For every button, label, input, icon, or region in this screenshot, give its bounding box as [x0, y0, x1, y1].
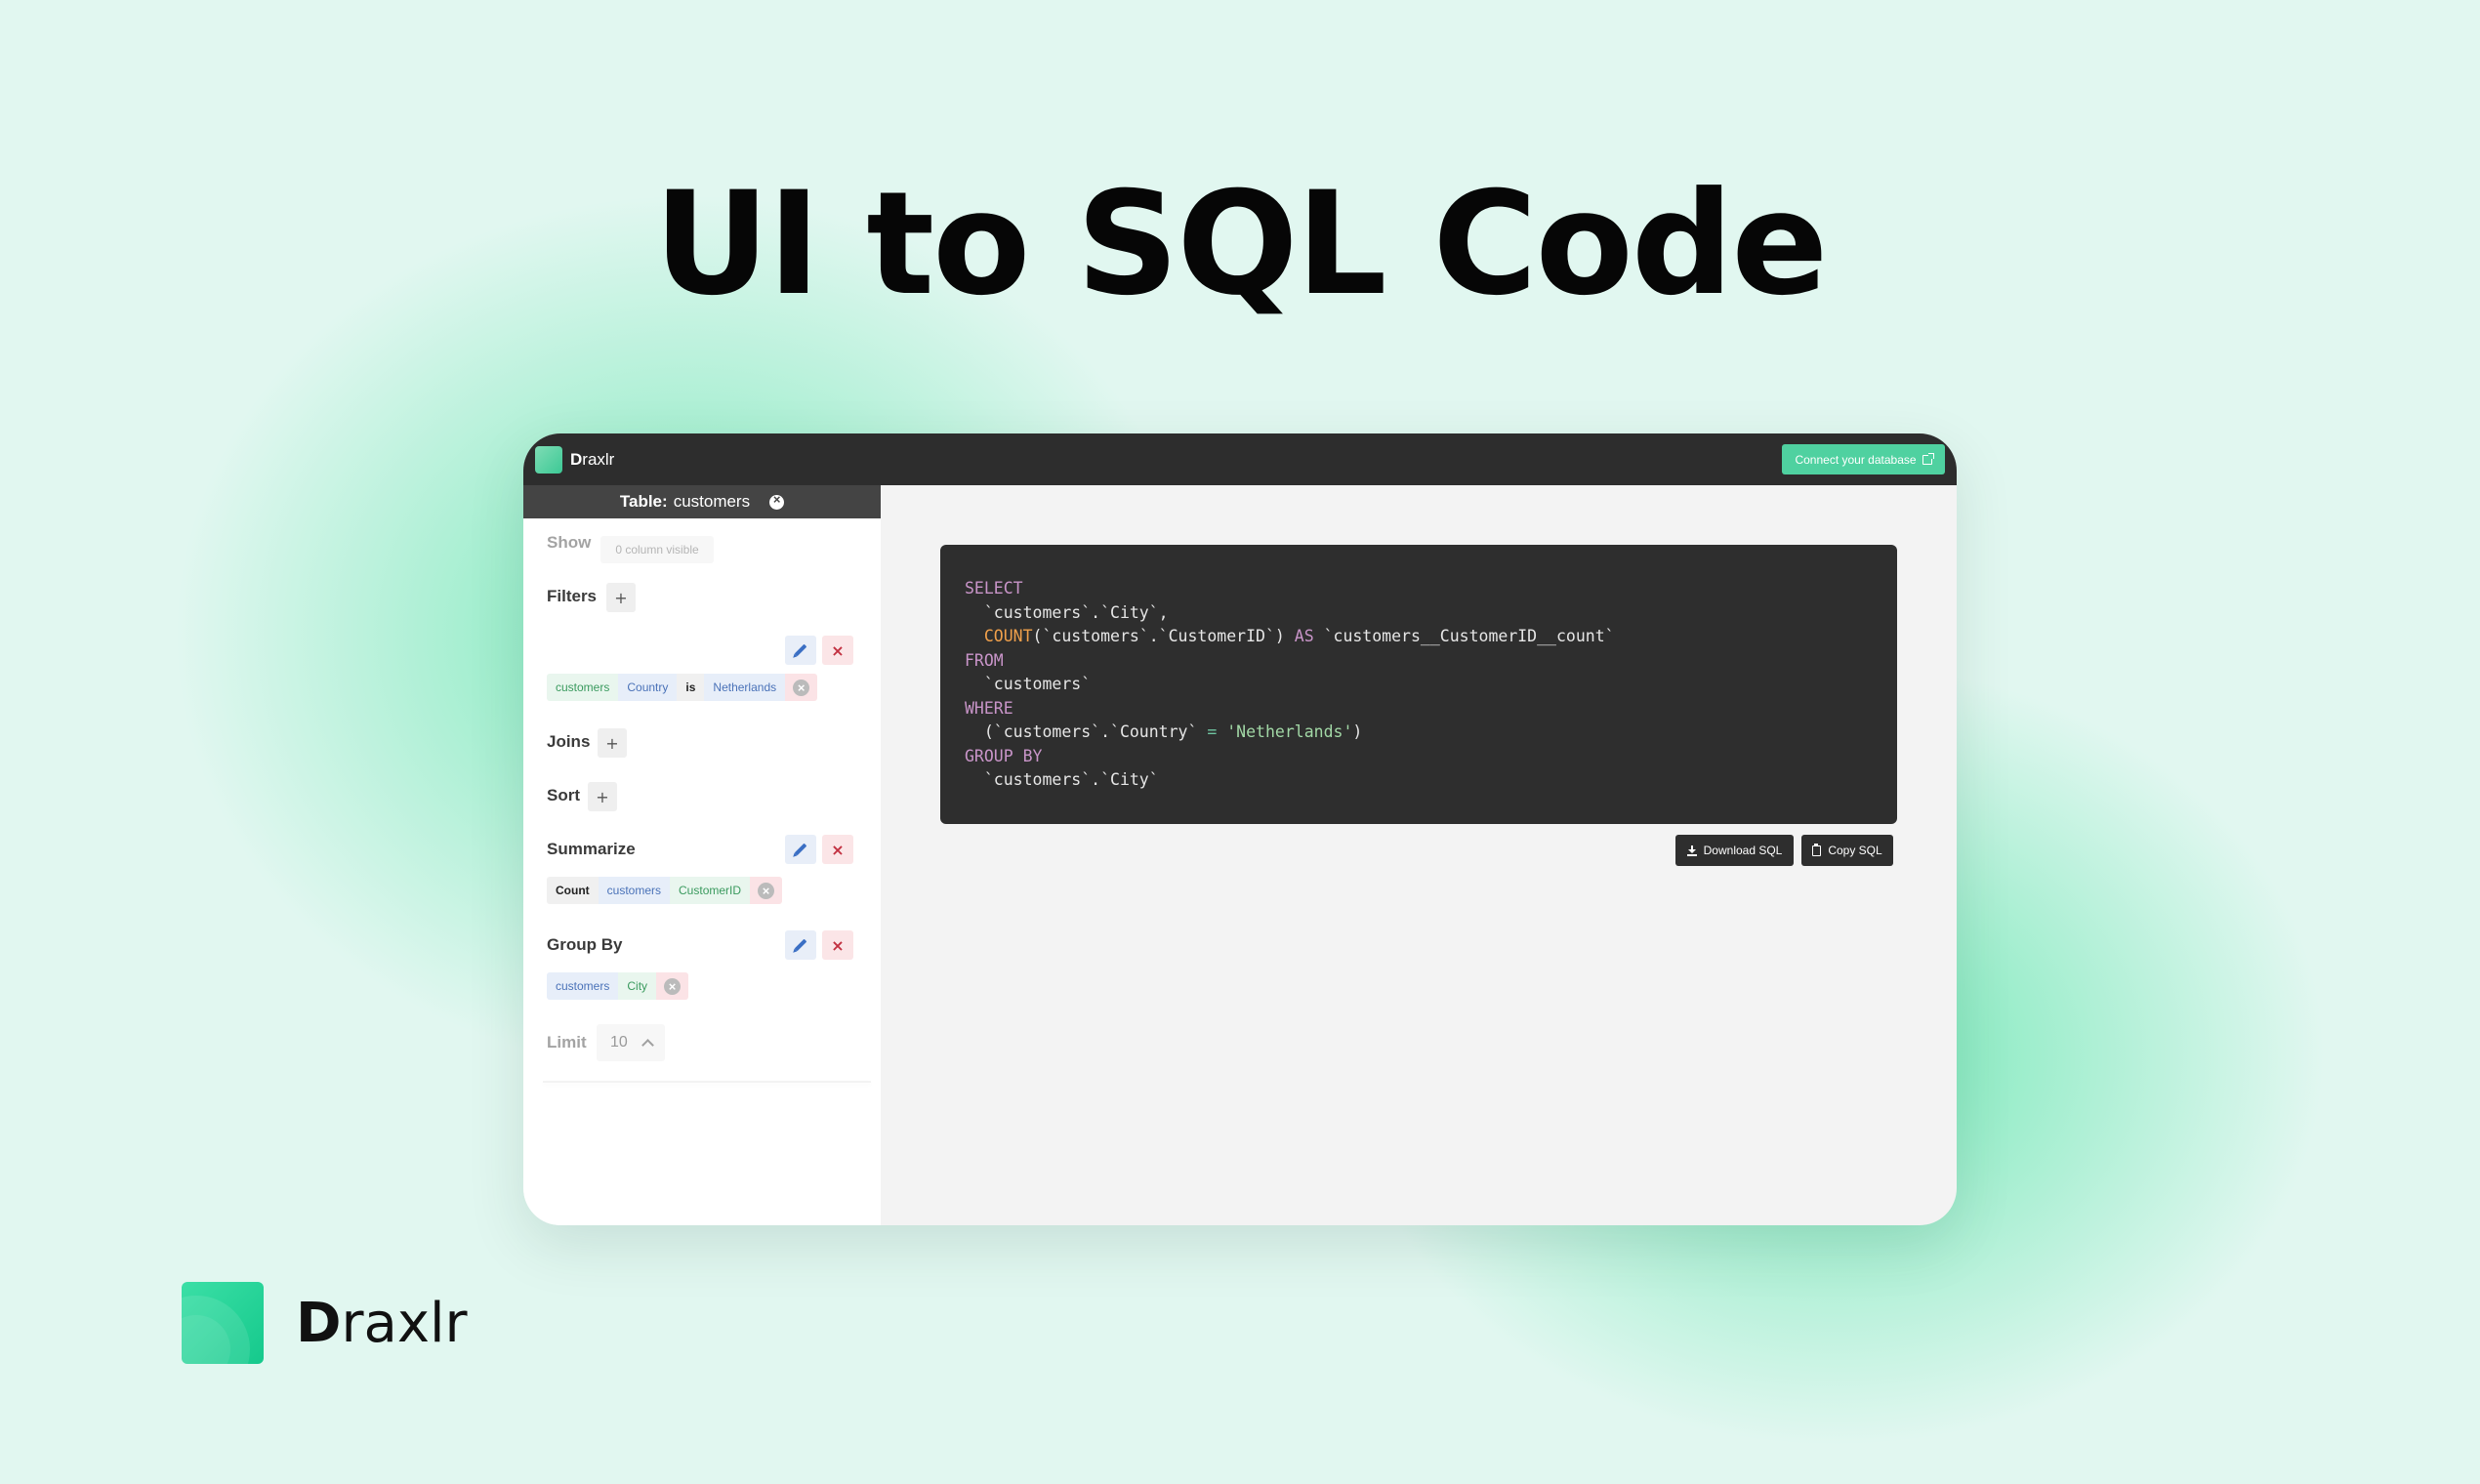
delete-summarize-button[interactable]: ×	[822, 835, 853, 864]
sql-token: `customers`.`City`	[965, 770, 1159, 789]
app-topbar: Draxlr Connect your database	[523, 433, 1957, 485]
sql-token: AS	[1294, 627, 1314, 645]
app-logo-icon	[535, 446, 562, 474]
summarize-column-chip[interactable]: CustomerID	[670, 877, 751, 904]
pencil-icon	[794, 938, 807, 952]
download-icon	[1686, 845, 1697, 856]
query-builder-sidebar: Table: customers Show 0 column visible F…	[523, 485, 881, 1225]
sql-token: 'Netherlands'	[1226, 722, 1353, 741]
delete-filter-button[interactable]: ×	[822, 636, 853, 665]
filters-label: Filters	[547, 587, 598, 605]
brand-lockup: Draxlr	[182, 1282, 468, 1364]
filter-table-chip[interactable]: customers	[547, 674, 619, 701]
sql-code-block[interactable]: SELECT `customers`.`City`, COUNT(`custom…	[940, 545, 1897, 824]
limit-input[interactable]: 10	[597, 1024, 665, 1061]
app-name: Draxlr	[570, 450, 614, 470]
pencil-icon	[794, 843, 807, 856]
sql-token: (`customers`.`Country`	[965, 722, 1208, 741]
connect-database-label: Connect your database	[1795, 452, 1917, 467]
app-window: Draxlr Connect your database Table: cust…	[523, 433, 1957, 1225]
edit-filter-button[interactable]	[785, 636, 816, 665]
visible-columns-select[interactable]: 0 column visible	[600, 536, 714, 563]
brand-logo-icon	[182, 1282, 264, 1364]
filter-operator-chip[interactable]: is	[677, 674, 705, 701]
copy-sql-label: Copy SQL	[1828, 844, 1882, 857]
sort-label: Sort	[547, 786, 580, 804]
add-filter-button[interactable]: +	[606, 583, 636, 612]
table-selector[interactable]: Table: customers	[523, 485, 881, 518]
sql-token: COUNT	[983, 627, 1033, 645]
remove-icon: ×	[793, 679, 810, 696]
table-name: customers	[673, 492, 751, 511]
sql-line: WHERE	[965, 697, 1873, 721]
group-by-chip: customers City ×	[547, 972, 689, 1000]
add-sort-button[interactable]: +	[588, 782, 617, 811]
group-by-table-chip[interactable]: customers	[547, 972, 619, 1000]
limit-value: 10	[610, 1034, 628, 1051]
limit-label: Limit	[547, 1033, 587, 1051]
filter-column-chip[interactable]: Country	[618, 674, 678, 701]
group-by-column-chip[interactable]: City	[618, 972, 657, 1000]
app-name-rest: raxlr	[582, 450, 615, 469]
group-by-label: Group By	[547, 935, 623, 954]
pencil-icon	[794, 643, 807, 657]
sql-token: =	[1207, 722, 1218, 741]
remove-filter-chip[interactable]: ×	[785, 674, 818, 701]
sql-token: (`customers`.`CustomerID`)	[1032, 627, 1295, 645]
close-icon: ×	[831, 935, 845, 955]
sql-token: WHERE	[965, 698, 1013, 718]
external-link-icon	[1922, 452, 1934, 465]
joins-label: Joins	[547, 732, 591, 751]
remove-icon: ×	[664, 977, 682, 995]
brand-name: Draxlr	[296, 1292, 468, 1355]
sql-token: `customers`	[965, 675, 1092, 693]
filter-chip: customers Country is Netherlands ×	[547, 674, 818, 701]
aggregate-function-chip[interactable]: Count	[547, 877, 599, 904]
sql-line: COUNT(`customers`.`CustomerID`) AS `cust…	[965, 625, 1873, 649]
edit-summarize-button[interactable]	[785, 835, 816, 864]
sql-line: `customers`.`City`,	[965, 601, 1873, 626]
sql-line: `customers`	[965, 673, 1873, 697]
filter-value-chip[interactable]: Netherlands	[704, 674, 786, 701]
hero-title: UI to SQL Code	[653, 161, 1829, 327]
sql-token: GROUP BY	[965, 746, 1043, 765]
clipboard-icon	[1812, 843, 1822, 856]
show-label: Show	[547, 533, 592, 552]
sql-token: )	[1352, 722, 1363, 741]
sql-line: `customers`.`City`	[965, 768, 1873, 793]
clear-table-icon[interactable]	[769, 492, 785, 510]
chevron-up-icon[interactable]	[641, 1038, 654, 1051]
table-label: Table:	[619, 492, 668, 511]
sql-line: FROM	[965, 649, 1873, 674]
sql-token: `customers__CustomerID__count`	[1313, 627, 1615, 645]
add-join-button[interactable]: +	[598, 728, 627, 758]
copy-sql-button[interactable]: Copy SQL	[1801, 835, 1893, 866]
summarize-table-chip[interactable]: customers	[598, 877, 671, 904]
brand-name-rest: raxlr	[341, 1291, 468, 1355]
edit-group-by-button[interactable]	[785, 930, 816, 960]
sql-line: SELECT	[965, 577, 1873, 601]
sql-token: `customers`.`City`,	[965, 602, 1169, 622]
sql-token: SELECT	[965, 579, 1023, 598]
sql-line: (`customers`.`Country` = 'Netherlands')	[965, 721, 1873, 745]
sql-line: GROUP BY	[965, 745, 1873, 769]
close-icon: ×	[831, 640, 845, 660]
remove-summarize-chip[interactable]: ×	[750, 877, 783, 904]
app-name-initial: D	[570, 450, 583, 469]
connect-database-button[interactable]: Connect your database	[1782, 444, 1945, 474]
download-sql-label: Download SQL	[1703, 844, 1783, 857]
remove-icon: ×	[758, 882, 775, 899]
remove-group-by-chip[interactable]: ×	[656, 972, 689, 1000]
sql-token: FROM	[965, 650, 1004, 670]
brand-name-initial: D	[296, 1291, 342, 1355]
summarize-label: Summarize	[547, 840, 636, 858]
summarize-chip: Count customers CustomerID ×	[547, 877, 783, 904]
close-icon: ×	[831, 840, 845, 859]
divider	[543, 1081, 871, 1083]
delete-group-by-button[interactable]: ×	[822, 930, 853, 960]
download-sql-button[interactable]: Download SQL	[1675, 835, 1794, 866]
